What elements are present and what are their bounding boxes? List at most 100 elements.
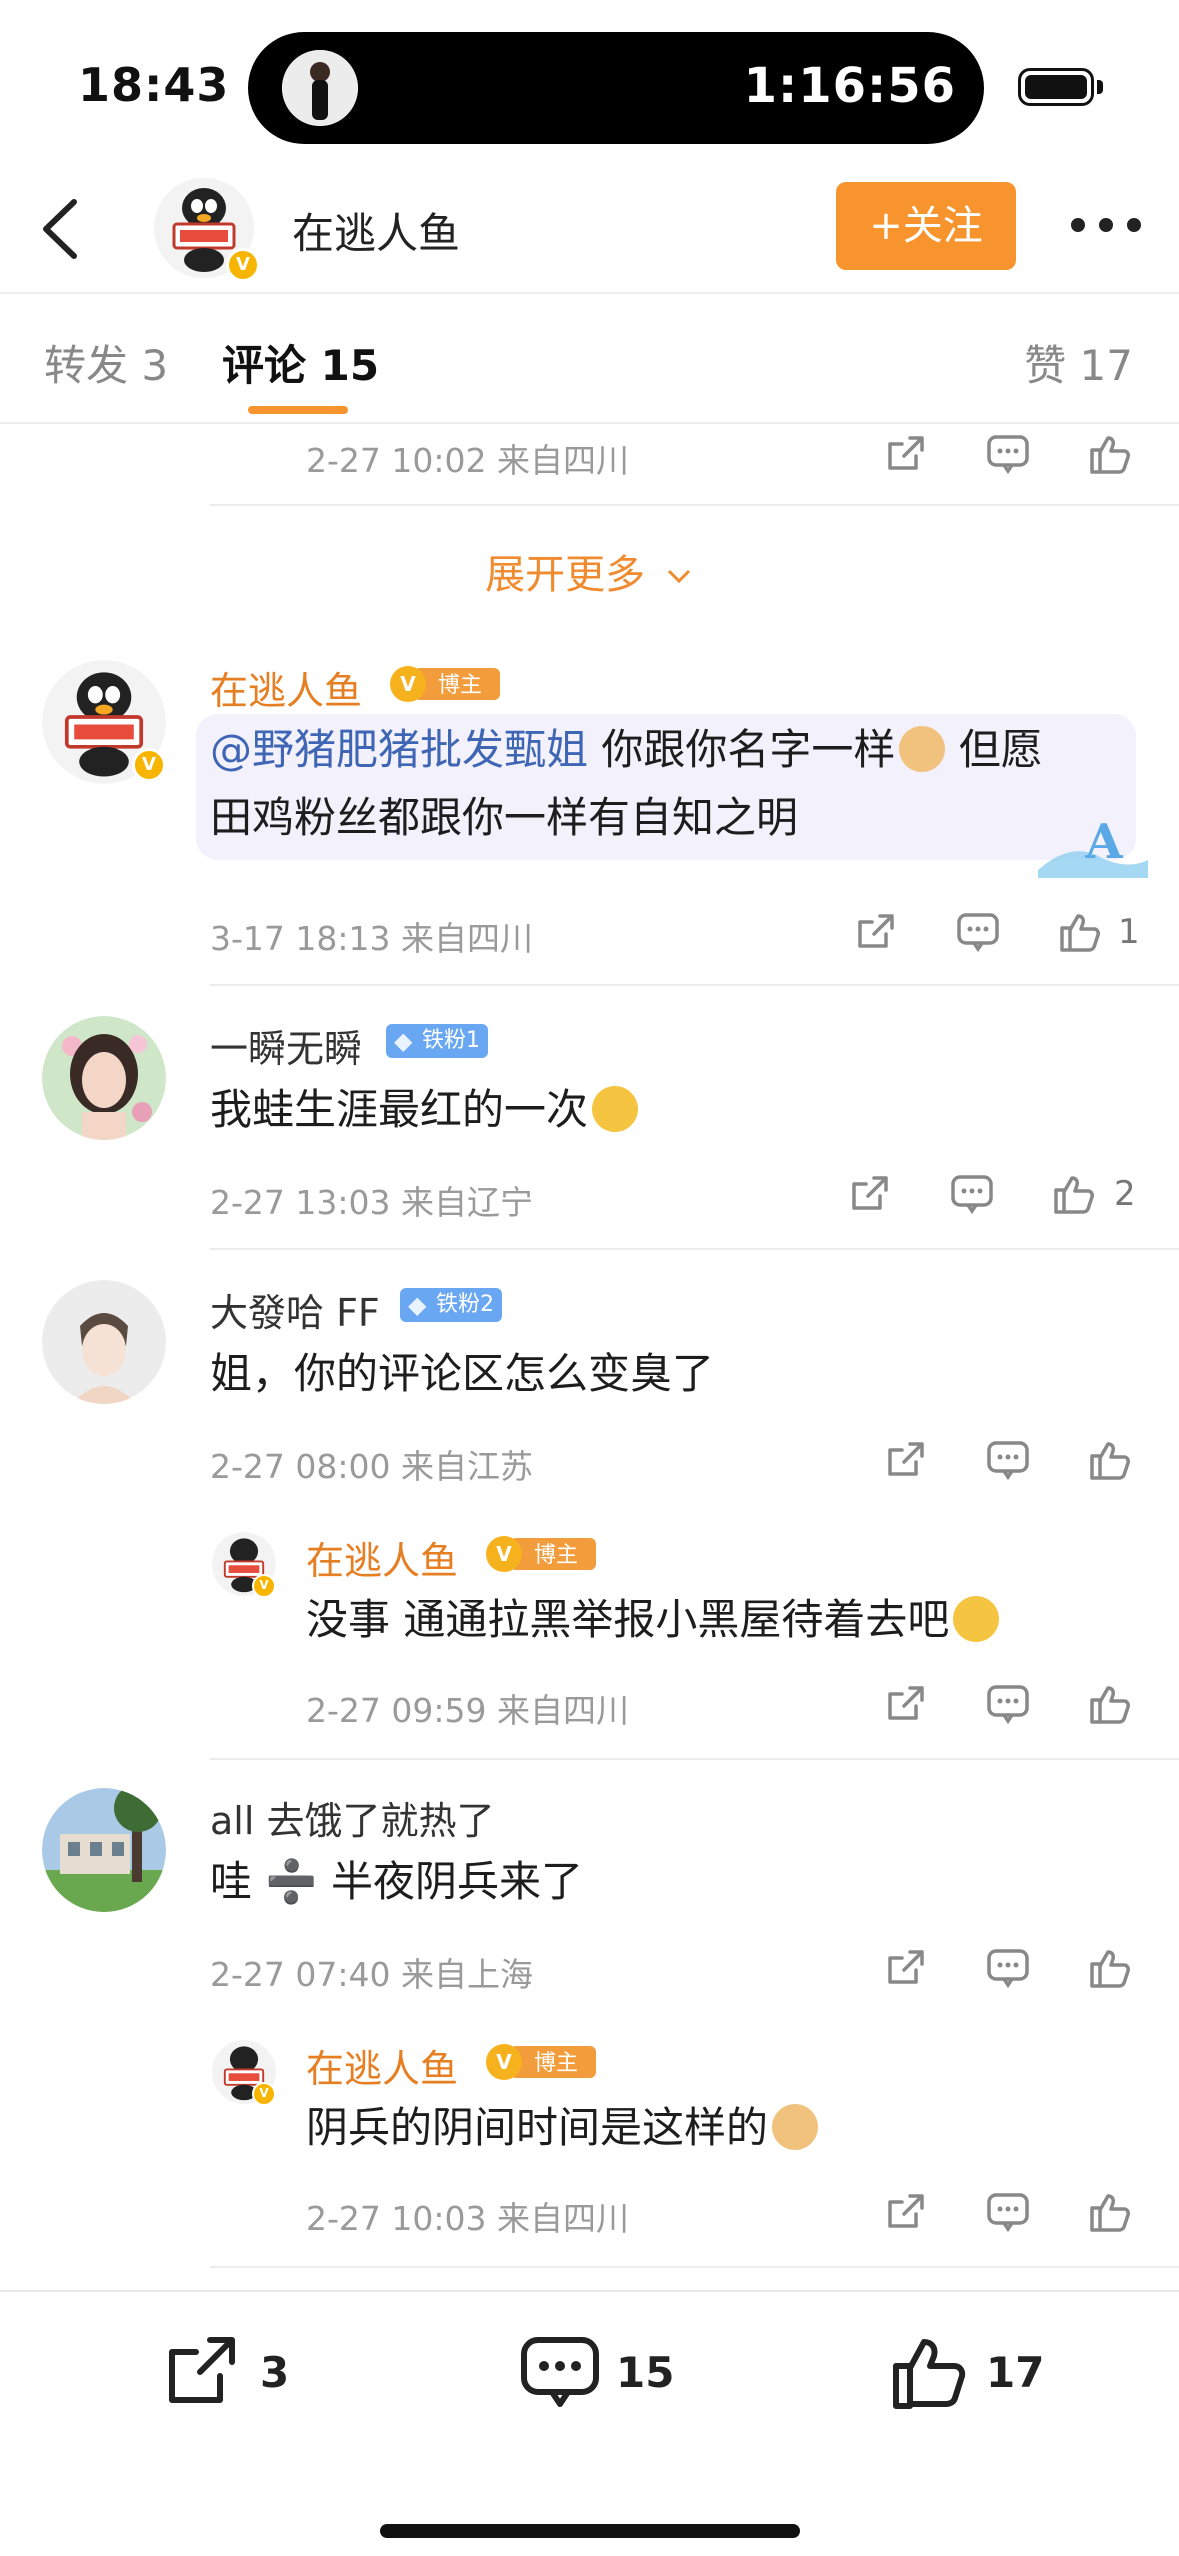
nav-header: V 在逃人鱼 +关注 — [0, 160, 1179, 294]
comment-icon — [987, 1441, 1029, 1481]
follow-button[interactable]: +关注 — [836, 182, 1016, 270]
verified-badge-icon: V — [132, 748, 166, 782]
reply-avatar[interactable]: V — [212, 1532, 276, 1598]
chevron-down-icon — [667, 569, 690, 584]
thumbs-up-icon — [1090, 436, 1130, 474]
active-tab-indicator — [248, 406, 348, 414]
comment-text-part: 我蛙生涯最红的一次 — [210, 1085, 589, 1134]
nav-avatar[interactable]: V — [154, 178, 260, 282]
comment-text-part: 你跟你名字一样 — [588, 725, 896, 774]
reply-username[interactable]: 在逃人鱼 — [306, 2038, 458, 2093]
thumbs-up-icon — [1090, 1950, 1130, 1988]
share-button[interactable] — [882, 1680, 930, 1728]
verified-badge-icon: V — [252, 2082, 276, 2106]
reply-button[interactable] — [984, 1436, 1032, 1484]
reply-meta: 2-27 10:03 来自四川 — [306, 2199, 629, 2238]
like-button[interactable] — [1050, 1170, 1098, 1218]
owner-badge-label: 博主 — [438, 673, 482, 698]
owner-badge: V 博主 — [480, 2042, 598, 2082]
comment-text-part: 田鸡粉丝都跟你一样有自知之明 — [210, 793, 799, 842]
reply-button[interactable] — [948, 1170, 996, 1218]
svg-text:A: A — [1084, 814, 1123, 870]
comment-meta: 2-27 13:03 来自辽宁 — [210, 1183, 533, 1222]
share-icon — [888, 436, 924, 470]
more-options-button[interactable] — [1066, 200, 1146, 250]
comment-icon — [521, 2337, 599, 2407]
comment-count: 15 — [616, 2348, 675, 2397]
divider — [210, 1248, 1179, 1250]
svg-text:V: V — [496, 2050, 512, 2074]
more-dots-icon — [1071, 218, 1141, 232]
divider — [210, 984, 1179, 986]
like-button[interactable] — [1086, 1436, 1134, 1484]
reply-text-part: 没事 通通拉黑举报小黑屋待着去吧 — [306, 1595, 950, 1644]
verified-badge-icon: V — [226, 248, 260, 282]
comment-text: @野猪肥猪批发甄姐 你跟你名字一样 但愿 田鸡粉丝都跟你一样有自知之明 — [210, 716, 1110, 852]
share-icon — [852, 1176, 888, 1210]
back-button[interactable] — [30, 194, 100, 264]
comment-text-part: 但愿 — [945, 725, 1043, 774]
like-count: 17 — [986, 2348, 1045, 2397]
share-button[interactable] — [882, 1436, 930, 1484]
comment-button[interactable]: 15 — [518, 2330, 688, 2410]
comment-username[interactable]: 在逃人鱼 — [210, 660, 362, 715]
user-avatar-icon — [42, 1280, 166, 1404]
share-button[interactable] — [882, 1944, 930, 1992]
like-count: 1 — [1118, 912, 1140, 952]
like-button[interactable] — [1086, 2188, 1134, 2236]
tab-bar: 转发 3 评论 15 赞 17 — [0, 296, 1179, 424]
repost-button[interactable]: 3 — [160, 2330, 300, 2410]
comment-avatar[interactable] — [42, 1016, 166, 1140]
chevron-left-icon — [43, 199, 77, 259]
share-button[interactable] — [882, 2188, 930, 2236]
comment-text: 我蛙生涯最红的一次 — [210, 1076, 639, 1144]
thumbs-up-icon — [1090, 1686, 1130, 1724]
comment-avatar[interactable] — [42, 1788, 166, 1912]
reply-button[interactable] — [954, 908, 1002, 956]
comment-text: 姐，你的评论区怎么变臭了 — [210, 1349, 715, 1398]
share-icon — [888, 1442, 924, 1476]
like-button[interactable] — [1086, 1680, 1134, 1728]
divider — [210, 2266, 1179, 2268]
share-button[interactable] — [882, 430, 930, 478]
island-timer: 1:16:56 — [743, 58, 956, 114]
expand-more-button[interactable]: 展开更多 — [0, 542, 1179, 600]
tab-repost[interactable]: 转发 3 — [44, 332, 168, 393]
like-button[interactable] — [1086, 1944, 1134, 1992]
tab-like[interactable]: 赞 17 — [1024, 332, 1133, 393]
owner-badge-label: 博主 — [534, 2051, 578, 2076]
comment-meta: 2-27 07:40 来自上海 — [210, 1955, 533, 1994]
comment-icon — [987, 2193, 1029, 2233]
share-button[interactable] — [846, 1170, 894, 1218]
reply-button[interactable] — [984, 430, 1032, 478]
comment-meta: 2-27 08:00 来自江苏 — [210, 1447, 533, 1486]
reply-button[interactable] — [984, 1944, 1032, 1992]
share-icon — [858, 914, 894, 948]
like-count: 2 — [1114, 1174, 1136, 1214]
like-button[interactable] — [1056, 908, 1104, 956]
comment-username[interactable]: all 去饿了就热了 — [210, 1790, 494, 1845]
dynamic-island[interactable]: 1:16:56 — [248, 32, 984, 144]
like-button[interactable] — [1086, 430, 1134, 478]
repost-count: 3 — [260, 2348, 290, 2397]
nav-title[interactable]: 在逃人鱼 — [292, 200, 460, 261]
battery-tip — [1097, 80, 1103, 94]
comment-avatar[interactable] — [42, 1280, 166, 1404]
share-button[interactable] — [852, 908, 900, 956]
comment-icon — [987, 1949, 1029, 1989]
home-indicator[interactable] — [380, 2524, 800, 2538]
reply-avatar[interactable]: V — [212, 2040, 276, 2106]
divider — [210, 1758, 1179, 1760]
tab-comment[interactable]: 评论 15 — [222, 332, 379, 393]
like-button[interactable]: 17 — [888, 2330, 1058, 2410]
mention-link[interactable]: @野猪肥猪批发甄姐 — [210, 725, 588, 774]
reply-text: 阴兵的阴间时间是这样的 — [306, 2094, 819, 2162]
comment-username[interactable]: 一瞬无瞬 — [210, 1018, 362, 1073]
reply-username[interactable]: 在逃人鱼 — [306, 1530, 458, 1585]
comment-username[interactable]: 大發哈 FF — [210, 1282, 380, 1337]
thumbs-up-icon — [893, 2339, 966, 2409]
reply-button[interactable] — [984, 1680, 1032, 1728]
battery-icon — [1018, 68, 1094, 106]
reply-button[interactable] — [984, 2188, 1032, 2236]
verified-badge-icon: V — [252, 1574, 276, 1598]
